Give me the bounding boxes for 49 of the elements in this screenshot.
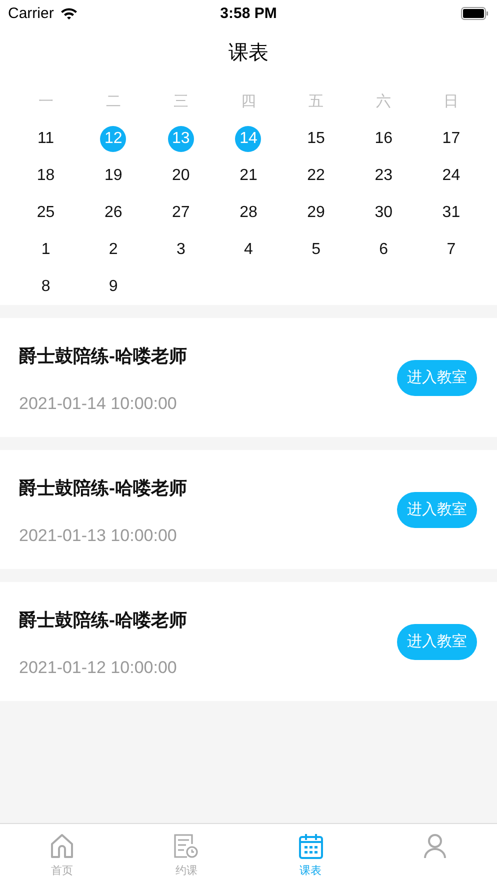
calendar-day[interactable]: 28 bbox=[235, 200, 262, 226]
weekday-label: 六 bbox=[376, 92, 392, 111]
lesson-time: 2021-01-13 10:00:00 bbox=[19, 526, 178, 546]
status-time: 3:58 PM bbox=[220, 4, 277, 22]
calendar-day[interactable]: 18 bbox=[32, 162, 59, 188]
calendar-day[interactable]: 6 bbox=[370, 236, 397, 262]
battery-icon bbox=[461, 6, 489, 20]
lesson-time: 2021-01-14 10:00:00 bbox=[19, 394, 178, 414]
calendar-day[interactable]: 24 bbox=[438, 162, 464, 188]
carrier-name: Carrier bbox=[8, 4, 54, 22]
calendar-day[interactable]: 19 bbox=[100, 162, 126, 188]
document-clock-icon bbox=[173, 833, 200, 859]
calendar-day[interactable]: 2 bbox=[100, 236, 126, 262]
calendar-icon bbox=[298, 833, 323, 859]
lesson-time: 2021-01-12 10:00:00 bbox=[19, 658, 178, 678]
weekday-label: 四 bbox=[240, 92, 256, 111]
calendar-day[interactable]: 29 bbox=[303, 200, 330, 226]
calendar-day[interactable]: 5 bbox=[303, 236, 330, 262]
calendar-day[interactable]: 21 bbox=[235, 162, 262, 188]
lesson-title: 爵士鼓陪练-哈喽老师 bbox=[19, 344, 188, 368]
calendar-day[interactable]: 3 bbox=[168, 236, 194, 262]
weekday-label: 五 bbox=[308, 92, 324, 111]
calendar-day[interactable]: 8 bbox=[32, 274, 59, 300]
weekday-label: 日 bbox=[444, 92, 459, 111]
weekday-label: 三 bbox=[173, 92, 188, 111]
calendar-day[interactable]: 30 bbox=[370, 200, 397, 226]
calendar-day[interactable]: 25 bbox=[32, 200, 59, 226]
wifi-icon bbox=[60, 6, 78, 20]
calendar-day[interactable]: 26 bbox=[100, 200, 126, 226]
calendar-day[interactable]: 31 bbox=[438, 200, 464, 226]
calendar-day[interactable]: 17 bbox=[438, 126, 464, 152]
lesson-title: 爵士鼓陪练-哈喽老师 bbox=[19, 476, 188, 500]
calendar-day[interactable]: 7 bbox=[438, 236, 464, 262]
weekday-label: 一 bbox=[38, 92, 54, 111]
calendar-day[interactable]: 4 bbox=[235, 236, 262, 262]
calendar-day[interactable]: 1 bbox=[32, 236, 59, 262]
calendar-day[interactable]: 16 bbox=[370, 126, 397, 152]
lesson-title: 爵士鼓陪练-哈喽老师 bbox=[19, 608, 188, 632]
person-icon bbox=[422, 833, 447, 859]
calendar-day[interactable]: 27 bbox=[168, 200, 194, 226]
home-icon bbox=[50, 833, 74, 859]
calendar-day[interactable]: 11 bbox=[32, 126, 59, 152]
page-title: 课表 bbox=[0, 26, 497, 67]
calendar-day[interactable]: 23 bbox=[370, 162, 397, 188]
weekday-label: 二 bbox=[106, 92, 121, 111]
calendar-day[interactable]: 20 bbox=[168, 162, 194, 188]
calendar-day[interactable]: 15 bbox=[303, 126, 330, 152]
calendar-day[interactable]: 9 bbox=[100, 274, 126, 300]
calendar-day[interactable]: 22 bbox=[303, 162, 330, 188]
